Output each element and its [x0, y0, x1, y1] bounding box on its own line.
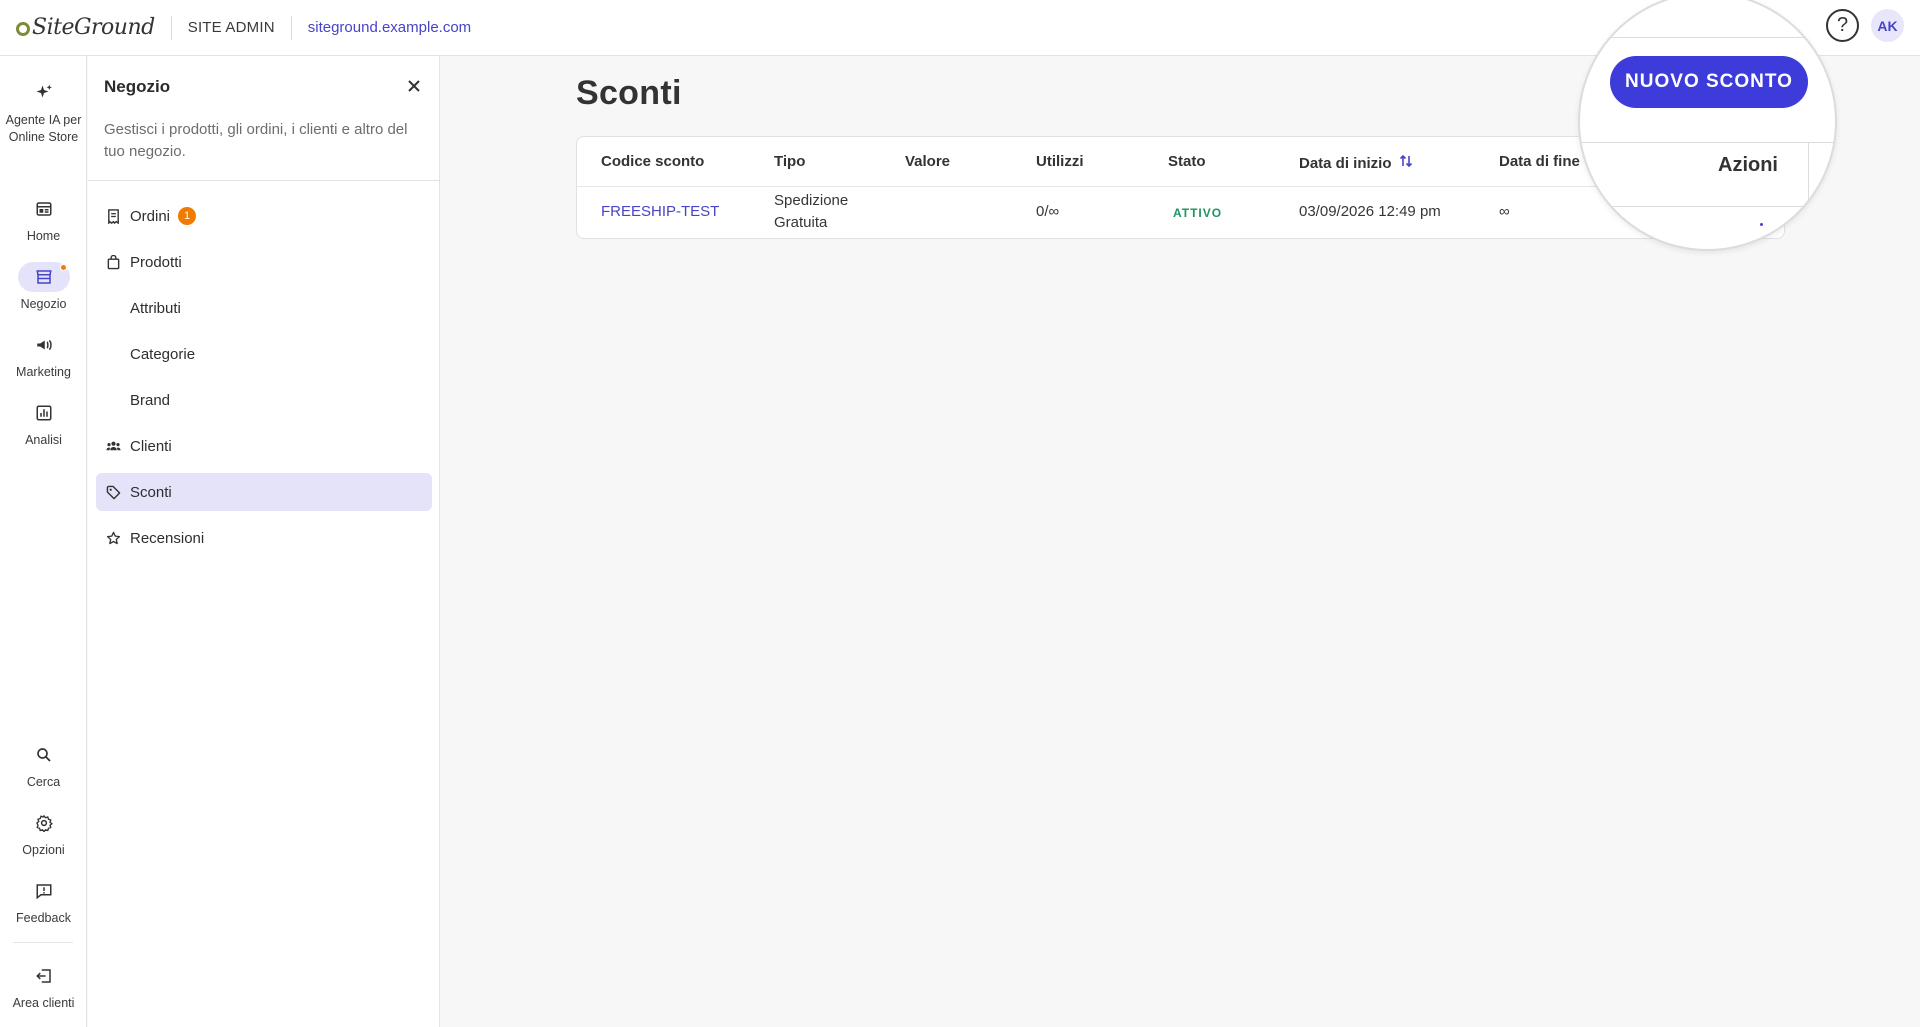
site-admin-label: SITE ADMIN	[187, 19, 275, 36]
bag-icon	[104, 253, 122, 271]
nav-item-orders[interactable]: Ordini 1	[96, 197, 432, 235]
discount-end-date: ∞	[1499, 203, 1510, 220]
new-discount-button[interactable]: NUOVO SCONTO	[1610, 56, 1808, 108]
rail-item-store[interactable]: Negozio	[0, 262, 87, 313]
page-title: Sconti	[576, 74, 682, 112]
nav-item-label: Sconti	[130, 483, 172, 501]
nav-item-attributes[interactable]: Attributi	[96, 289, 432, 327]
people-icon	[104, 437, 122, 455]
status-badge: ATTIVO	[1173, 206, 1223, 220]
row-actions-dot[interactable]	[1760, 223, 1763, 226]
magnifier-rule	[1580, 142, 1835, 143]
column-header-start-date[interactable]: Data di inizio	[1299, 153, 1414, 173]
left-rail: Agente IA per Online Store Home Negozio …	[0, 56, 87, 1027]
nav-item-label: Brand	[130, 391, 171, 409]
panel-title: Negozio	[104, 77, 171, 96]
nav-item-label: Attributi	[130, 299, 181, 317]
logo-icon	[16, 21, 30, 36]
rail-item-client-area[interactable]: Area clienti	[0, 961, 87, 1012]
rail-item-label: Marketing	[16, 365, 71, 379]
column-header-end-date: Data di fine	[1499, 153, 1580, 170]
panel-divider	[88, 180, 440, 181]
nav-item-products[interactable]: Prodotti	[96, 243, 432, 281]
column-header-type: Tipo	[774, 153, 806, 170]
home-icon	[18, 194, 70, 224]
rail-item-label: Analisi	[25, 433, 62, 447]
feedback-icon	[18, 876, 70, 906]
receipt-icon	[104, 207, 122, 225]
rail-item-search[interactable]: Cerca	[0, 740, 87, 791]
rail-item-label: Negozio	[20, 297, 67, 311]
discount-code-link[interactable]: FREESHIP-TEST	[601, 201, 719, 223]
rail-item-analytics[interactable]: Analisi	[0, 398, 87, 449]
rail-item-marketing[interactable]: Marketing	[0, 330, 87, 381]
nav-item-brand[interactable]: Brand	[96, 381, 432, 419]
nav-item-categories[interactable]: Categorie	[96, 335, 432, 373]
rail-item-label: Agente IA per Online Store	[5, 113, 82, 144]
discount-type: Spedizione Gratuita	[774, 192, 849, 231]
tag-icon	[104, 483, 122, 501]
magnifier-rule	[1808, 142, 1809, 206]
discount-usage: 0/∞	[1036, 203, 1060, 220]
magnifier-rule	[1580, 37, 1835, 38]
nav-item-label: Ordini	[130, 207, 171, 225]
discount-start-date: 03/09/2026 12:49 pm	[1299, 203, 1441, 220]
rail-item-label: Home	[26, 229, 61, 243]
column-header-actions: Azioni	[1718, 154, 1778, 176]
rail-item-feedback[interactable]: Feedback	[0, 876, 87, 927]
rail-item-options[interactable]: Opzioni	[0, 808, 87, 859]
megaphone-icon	[18, 330, 70, 360]
nav-item-discounts[interactable]: Sconti	[96, 473, 432, 511]
orders-badge: 1	[178, 207, 197, 225]
column-header-usage: Utilizzi	[1036, 153, 1084, 170]
column-header-value: Valore	[905, 153, 951, 170]
rail-item-label: Cerca	[26, 775, 61, 789]
header-divider	[290, 15, 292, 40]
column-header-status: Stato	[1168, 153, 1206, 170]
exit-icon	[18, 961, 70, 991]
rail-item-label: Area clienti	[12, 996, 75, 1010]
chart-icon	[18, 398, 70, 428]
nav-item-label: Categorie	[130, 345, 196, 363]
nav-item-label: Recensioni	[130, 529, 205, 547]
gear-icon	[18, 808, 70, 838]
avatar[interactable]: AK	[1871, 9, 1904, 42]
nav-item-reviews[interactable]: Recensioni	[96, 519, 432, 557]
column-header-code: Codice sconto	[601, 153, 705, 170]
magnifier-rule	[1580, 206, 1835, 207]
nav-item-label: Prodotti	[130, 253, 182, 271]
nav-item-customers[interactable]: Clienti	[96, 427, 432, 465]
header-divider	[170, 15, 172, 40]
rail-item-home[interactable]: Home	[0, 194, 87, 245]
nav-item-label: Clienti	[130, 437, 172, 455]
rail-item-label: Opzioni	[22, 843, 65, 857]
notification-dot	[60, 264, 67, 271]
column-header-label: Data di inizio	[1299, 154, 1392, 172]
sparkle-icon	[18, 78, 70, 108]
store-panel: Negozio Gestisci i prodotti, gli ordini,…	[88, 56, 440, 1027]
panel-description: Gestisci i prodotti, gli ordini, i clien…	[104, 121, 408, 160]
site-url-link[interactable]: siteground.example.com	[308, 19, 471, 36]
magnifier-overlay: NUOVO SCONTO Azioni	[1578, 0, 1837, 251]
logo-text: SiteGround	[32, 15, 155, 40]
close-icon[interactable]	[406, 78, 422, 94]
search-icon	[18, 740, 70, 770]
rail-divider	[13, 942, 73, 943]
rail-item-label: Feedback	[16, 911, 71, 925]
sort-icon[interactable]	[1398, 153, 1414, 173]
rail-item-ai-agent[interactable]: Agente IA per Online Store	[0, 78, 87, 146]
star-icon	[104, 529, 122, 547]
siteground-logo[interactable]: SiteGround	[16, 15, 155, 40]
